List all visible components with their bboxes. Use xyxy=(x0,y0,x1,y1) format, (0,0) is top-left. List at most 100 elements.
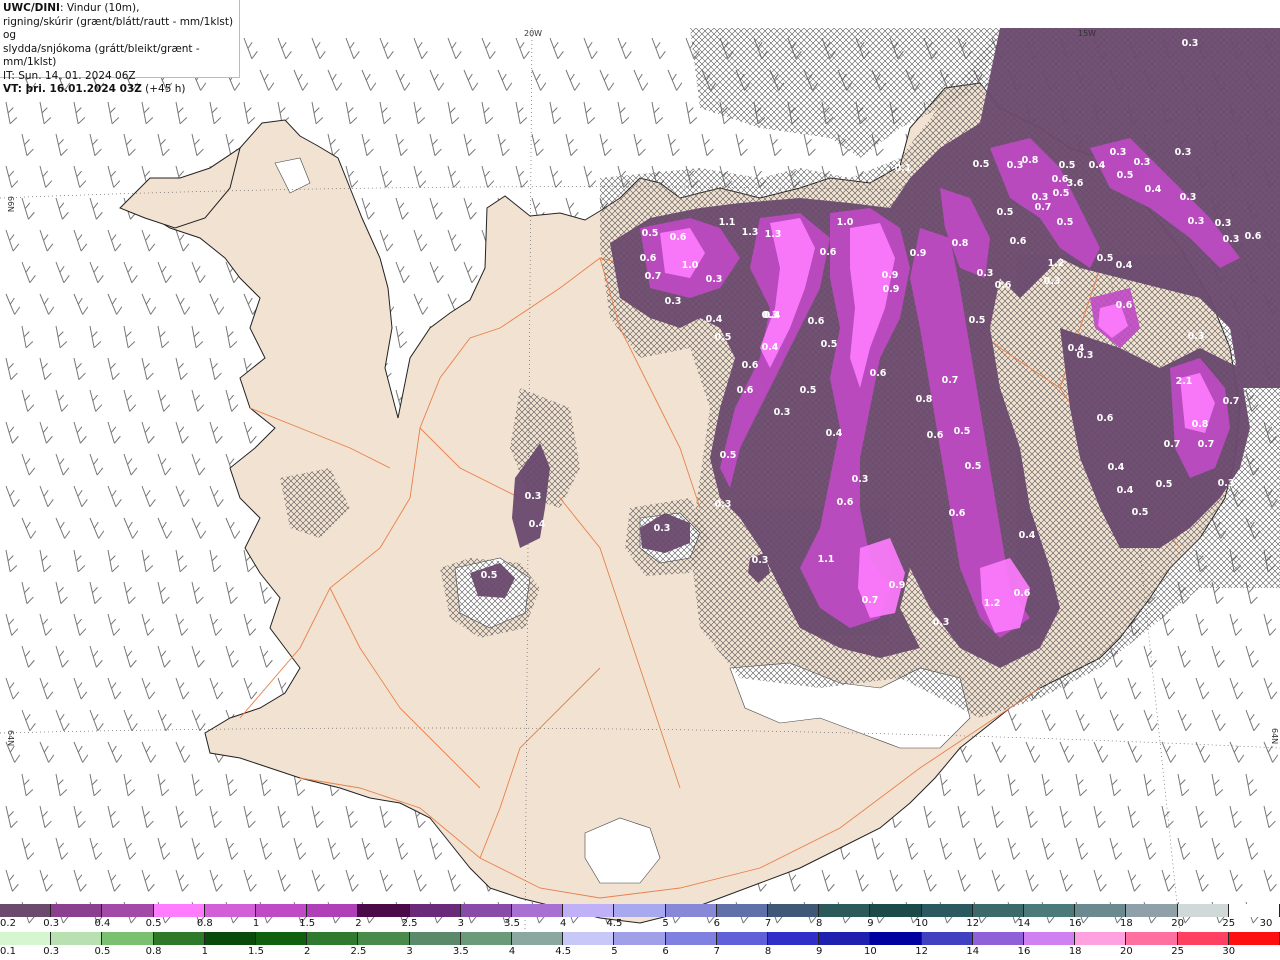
legend-swatch xyxy=(1024,904,1076,917)
snow-value-label: 0.6 xyxy=(995,280,1012,291)
legend-label: 4 xyxy=(508,946,516,957)
legend-label: 0.5 xyxy=(94,946,111,957)
legend-swatch xyxy=(51,904,103,917)
lon-label-15w: 15W xyxy=(1078,29,1096,38)
snow-value-label: 0.4 xyxy=(1089,160,1106,171)
snow-value-label: 0.5 xyxy=(969,315,986,326)
legend-swatch xyxy=(409,904,461,917)
snow-value-label: 0.5 xyxy=(997,207,1014,218)
snow-value-label: 0.3 xyxy=(1188,216,1205,227)
legend-swatch xyxy=(1228,932,1280,945)
snow-value-label: 0.6 xyxy=(670,232,687,243)
snow-value-label: 0.5 xyxy=(965,461,982,472)
snow-value-label: 0.1 xyxy=(895,163,912,174)
snow-value-label: 0.5 xyxy=(1156,479,1173,490)
legend-label: 2.5 xyxy=(401,918,418,929)
snow-value-label: 0.9 xyxy=(883,284,900,295)
legend-swatch xyxy=(1075,904,1127,917)
legend-swatch xyxy=(614,904,666,917)
legend-swatch xyxy=(460,904,513,917)
snow-value-label: 0.5 xyxy=(821,339,838,350)
snow-value-label: 0.4 xyxy=(764,310,781,321)
snow-value-label: 0.8 xyxy=(1022,155,1039,166)
legend-swatch xyxy=(972,932,1025,945)
legend-swatch xyxy=(563,932,615,945)
snow-value-label: 0.5 xyxy=(481,570,498,581)
snow-value-label: 0.5 xyxy=(973,159,990,170)
legend-label: 16 xyxy=(1017,946,1031,957)
snow-value-label: 0.3 xyxy=(1215,218,1232,229)
snow-value-label: 0.9 xyxy=(889,580,906,591)
snow-value-label: 0.5 xyxy=(1057,217,1074,228)
legend-swatch xyxy=(460,932,513,945)
weather-map: 0.30.4 0.30.50.30.50.40.30.5 0.60.61.00.70… xyxy=(0,27,1280,933)
snow-value-label: 0.6 xyxy=(737,385,754,396)
legend-rain-labels: 0.1 0.3 0.5 0.8 1 1.5 2 2.5 3 3.5 4 4.5 5 6 7 8 9 10 12 14 1… xyxy=(0,946,1280,958)
legend-label: 25 xyxy=(1222,918,1236,929)
snow-value-label: 1.0 xyxy=(682,260,699,271)
snow-value-label: 0.6 xyxy=(870,368,887,379)
legend-label: 0.3 xyxy=(43,918,60,929)
snow-value-label: 0.5 xyxy=(1059,160,1076,171)
legend-swatch xyxy=(358,932,410,945)
legend-label: 30 xyxy=(1259,918,1273,929)
snow-value-label: 0.5 xyxy=(954,426,971,437)
snow-value-label: 0.4 xyxy=(1145,184,1162,195)
legend-rain-colorbar xyxy=(0,932,1280,945)
legend-swatch xyxy=(768,932,820,945)
legend-snow-colorbar xyxy=(0,904,1280,917)
legend-label: 2 xyxy=(304,946,311,957)
snow-value-label: 0.5 xyxy=(1097,253,1114,264)
map-subtitle-snow: slydda/snjókoma (grátt/bleikt/grænt - mm… xyxy=(3,42,200,69)
snow-value-label: 0.4 xyxy=(762,342,779,353)
legend-label: 0.5 xyxy=(145,918,162,929)
legend-swatch xyxy=(409,932,461,945)
snow-value-label: 0.6 xyxy=(1245,231,1262,242)
snow-value-label: 0.3 xyxy=(654,523,671,534)
legend-swatch xyxy=(204,904,257,917)
snow-value-label: 0.5 xyxy=(800,385,817,396)
legend-swatch xyxy=(563,904,615,917)
legend-label: 25 xyxy=(1171,946,1184,957)
legend-swatch xyxy=(307,932,359,945)
legend-label: 0.3 xyxy=(43,946,60,957)
snow-value-label: 0.8 xyxy=(952,238,969,249)
lat-label-66n: 66N xyxy=(6,196,15,212)
legend-label: 14 xyxy=(966,946,980,957)
legend-swatch xyxy=(1024,932,1076,945)
legend-label: 20 xyxy=(1171,918,1184,929)
legend-label: 7 xyxy=(713,946,720,957)
legend-label: 30 xyxy=(1222,946,1236,957)
legend-label: 16 xyxy=(1068,918,1082,929)
legend-swatch xyxy=(665,932,717,945)
snow-value-label: 0.6 xyxy=(1014,588,1031,599)
snow-value-label: 1.2 xyxy=(1048,258,1065,269)
snow-value-label: 0.5 xyxy=(715,332,732,343)
snow-value-label: 0.4 xyxy=(1116,260,1133,271)
snow-value-label: 0.3 xyxy=(752,555,769,566)
snow-value-label: 0.3 xyxy=(1110,147,1127,158)
legend-swatch xyxy=(870,932,922,945)
snow-value-label: 0.7 xyxy=(1164,439,1181,450)
snow-value-label: 0.4 xyxy=(1108,462,1125,473)
valid-time: VT: þri. 16.01.2024 03Z (+45 h) xyxy=(3,83,186,95)
legend-label: 1.5 xyxy=(299,918,316,929)
legend-swatch xyxy=(0,904,52,917)
legend-label: 8 xyxy=(764,946,772,957)
snow-value-label: 0.6 xyxy=(820,247,837,258)
snow-value-label: 0.6 xyxy=(949,508,966,519)
legend-label: 2 xyxy=(355,918,362,929)
snow-value-label: 0.5 xyxy=(1132,507,1149,518)
legend-label: 1.5 xyxy=(248,946,264,957)
snow-value-label: 0.3 xyxy=(1218,478,1235,489)
legend-swatch xyxy=(665,904,717,917)
snow-value-label: 0.7 xyxy=(1198,439,1215,450)
legend-swatch xyxy=(819,932,871,945)
snow-value-label: 0.4 xyxy=(529,519,546,530)
snow-value-label: 0.5 xyxy=(1053,188,1070,199)
legend-swatch xyxy=(153,932,205,945)
snow-value-label: 0.3 xyxy=(706,274,723,285)
snow-value-label: 0.6 xyxy=(640,253,657,264)
snow-value-label: 1.3 xyxy=(765,229,782,240)
snow-value-label: 0.3 xyxy=(715,499,732,510)
